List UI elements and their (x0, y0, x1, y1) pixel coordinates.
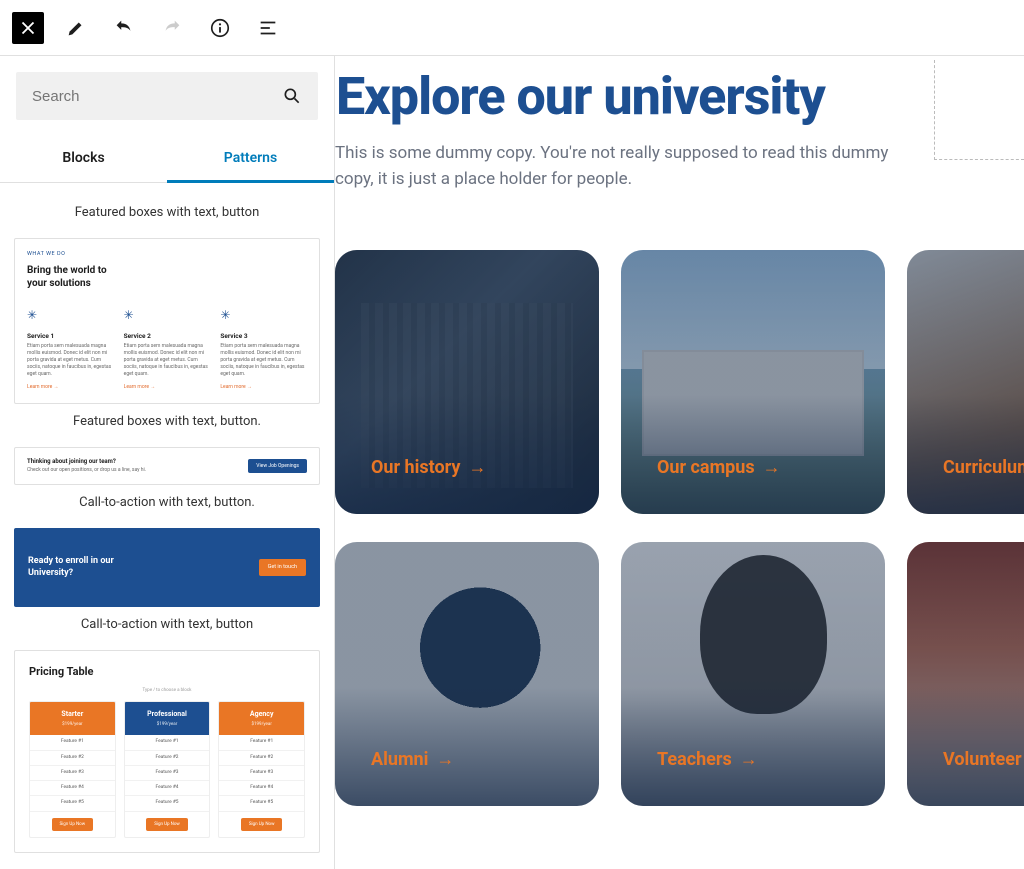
redo-button[interactable] (156, 12, 188, 44)
preview-col-heading: Service 1 (27, 332, 114, 340)
editor-toolbar (0, 0, 1024, 56)
close-button[interactable] (12, 12, 44, 44)
arrow-right-icon: → (763, 457, 781, 478)
preview-col-heading: Service 3 (220, 332, 307, 340)
list-icon (257, 17, 279, 39)
pattern-caption: Featured boxes with text, button. (14, 414, 320, 429)
arrow-right-icon: → (436, 749, 454, 770)
pattern-caption: Call-to-action with text, button (14, 617, 320, 632)
pattern-preview-cta-dark[interactable]: Ready to enroll in our University? Get i… (14, 528, 320, 607)
card-label: Curriculum (943, 457, 1024, 478)
card-label: Our campus (657, 457, 755, 478)
page-subtitle[interactable]: This is some dummy copy. You're not real… (335, 141, 895, 192)
redo-icon (161, 17, 183, 39)
asterisk-icon: ✳ (27, 308, 114, 324)
card-curriculum[interactable]: Curriculum→ (907, 250, 1024, 514)
undo-button[interactable] (108, 12, 140, 44)
pricing-plan: Agency$199/yearFeature #1Feature #2Featu… (218, 701, 305, 838)
block-outline (934, 60, 1024, 160)
card-teachers[interactable]: Teachers → (621, 542, 885, 806)
search-input[interactable] (32, 88, 282, 105)
preview-col-text: Etiam porta sem malesuada magna mollis e… (124, 343, 211, 378)
preview-col-link: Learn more → (27, 384, 114, 391)
inserter-tabs: Blocks Patterns (0, 136, 334, 183)
preview-col: ✳ Service 1 Etiam porta sem malesuada ma… (27, 308, 114, 391)
pattern-caption: Call-to-action with text, button. (14, 495, 320, 510)
tab-blocks[interactable]: Blocks (0, 136, 167, 182)
block-inserter-sidebar: Blocks Patterns Featured boxes with text… (0, 56, 335, 869)
close-icon (17, 17, 39, 39)
edit-button[interactable] (60, 12, 92, 44)
list-view-button[interactable] (252, 12, 284, 44)
preview-col-link: Learn more → (124, 384, 211, 391)
preview-col-text: Etiam porta sem malesuada magna mollis e… (27, 343, 114, 378)
pattern-preview-featured-boxes[interactable]: WHAT WE DO Bring the world to your solut… (14, 238, 320, 404)
editor-canvas[interactable]: Explore our university This is some dumm… (335, 56, 1024, 869)
arrow-right-icon: → (740, 749, 758, 770)
preview-col-heading: Service 2 (124, 332, 211, 340)
undo-icon (113, 17, 135, 39)
card-label: Our history (371, 457, 460, 478)
pattern-caption: Featured boxes with text, button (14, 205, 320, 220)
pencil-icon (65, 17, 87, 39)
pricing-plan: Starter$199/yearFeature #1Feature #2Feat… (29, 701, 116, 838)
preview-pricing-sub: Type / to choose a block (29, 688, 305, 694)
arrow-right-icon: → (468, 457, 486, 478)
pattern-preview-pricing[interactable]: Pricing Table Type / to choose a block S… (14, 650, 320, 853)
preview-cta-title: Thinking about joining our team? (27, 458, 146, 466)
card-label: Teachers (657, 749, 732, 770)
preview-cta-title: Ready to enroll in our University? (28, 556, 128, 579)
card-label: Alumni (371, 749, 428, 770)
card-our-history[interactable]: Our history → (335, 250, 599, 514)
preview-cta-button: View Job Openings (248, 459, 307, 474)
card-alumni[interactable]: Alumni → (335, 542, 599, 806)
patterns-list[interactable]: Featured boxes with text, button WHAT WE… (0, 183, 334, 869)
preview-col-text: Etiam porta sem malesuada magna mollis e… (220, 343, 307, 378)
preview-eyebrow: WHAT WE DO (27, 251, 307, 258)
card-our-campus[interactable]: Our campus → (621, 250, 885, 514)
preview-cta-button: Get in touch (259, 559, 306, 576)
info-icon (209, 17, 231, 39)
preview-cta-sub: Check out our open positions, or drop us… (27, 467, 146, 474)
card-volunteer[interactable]: Volunteer→ (907, 542, 1024, 806)
preview-col-link: Learn more → (220, 384, 307, 391)
search-box[interactable] (16, 72, 318, 120)
pattern-preview-cta-light[interactable]: Thinking about joining our team? Check o… (14, 447, 320, 485)
preview-col: ✳ Service 3 Etiam porta sem malesuada ma… (220, 308, 307, 391)
card-row: Our history → Our campus → Curriculum→ (335, 250, 1024, 514)
preview-title: Bring the world to your solutions (27, 264, 117, 290)
preview-pricing-title: Pricing Table (29, 665, 305, 679)
search-icon (282, 86, 302, 106)
page-title[interactable]: Explore our university (336, 66, 1024, 127)
card-label: Volunteer (943, 749, 1022, 770)
asterisk-icon: ✳ (220, 308, 307, 324)
pricing-plan: Professional$199/yearFeature #1Feature #… (124, 701, 211, 838)
tab-patterns[interactable]: Patterns (167, 136, 334, 183)
info-button[interactable] (204, 12, 236, 44)
asterisk-icon: ✳ (124, 308, 211, 324)
card-row: Alumni → Teachers → Volunteer→ (335, 542, 1024, 806)
preview-col: ✳ Service 2 Etiam porta sem malesuada ma… (124, 308, 211, 391)
